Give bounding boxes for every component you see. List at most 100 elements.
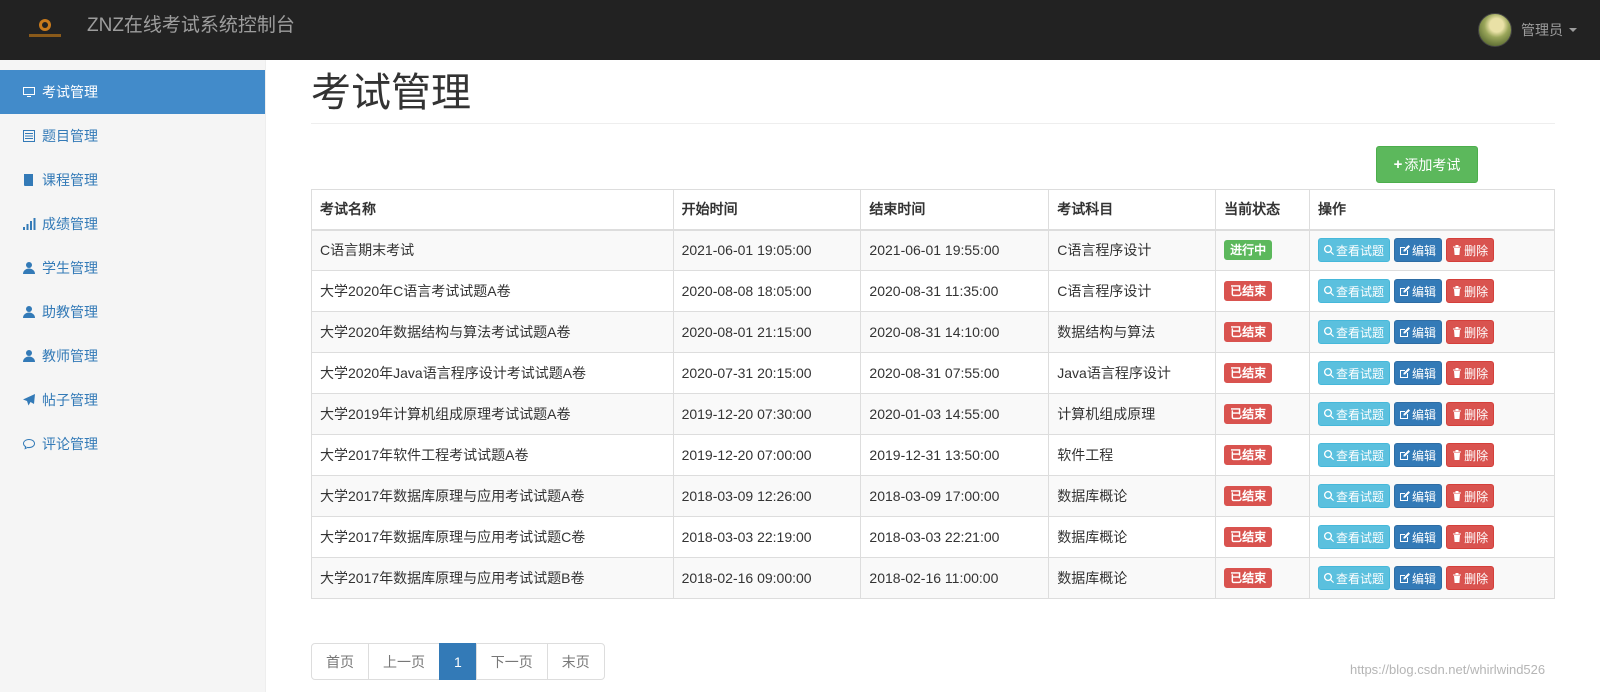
cell-subject: 数据库概论	[1048, 475, 1217, 517]
edit-button[interactable]: 编辑	[1394, 320, 1443, 344]
user-icon	[22, 305, 36, 319]
cell-actions: 查看试题 编辑 删除	[1309, 475, 1555, 517]
delete-button[interactable]: 删除	[1446, 238, 1495, 263]
signal-icon	[22, 217, 36, 231]
cell-exam-name: 大学2019年计算机组成原理考试试题A卷	[311, 393, 674, 435]
sidebar-item-teachers[interactable]: 教师管理	[0, 334, 265, 378]
delete-button[interactable]: 删除	[1446, 320, 1495, 344]
table-row: 大学2017年数据库原理与应用考试试题B卷 2018-02-16 09:00:00…	[311, 557, 1555, 599]
cell-exam-name: 大学2020年数据结构与算法考试试题A卷	[311, 311, 674, 353]
cell-exam-name: 大学2017年数据库原理与应用考试试题A卷	[311, 475, 674, 517]
page-last[interactable]: 末页	[546, 643, 605, 680]
cell-status: 进行中	[1215, 229, 1311, 271]
edit-icon	[1400, 245, 1411, 256]
edit-button[interactable]: 编辑	[1394, 484, 1443, 508]
edit-button[interactable]: 编辑	[1394, 238, 1443, 263]
cell-actions: 查看试题 编辑 删除	[1309, 270, 1555, 312]
edit-icon	[1400, 409, 1411, 419]
view-questions-button[interactable]: 查看试题	[1318, 484, 1391, 508]
delete-button[interactable]: 删除	[1446, 566, 1495, 590]
edit-icon	[1400, 532, 1411, 542]
edit-button[interactable]: 编辑	[1394, 402, 1443, 426]
cell-exam-name: 大学2017年软件工程考试试题A卷	[311, 434, 674, 476]
cell-start-time: 2021-06-01 19:05:00	[672, 229, 862, 271]
sidebar-item-questions[interactable]: 题目管理	[0, 114, 265, 158]
page-prev[interactable]: 上一页	[368, 643, 440, 680]
view-questions-label: 查看试题	[1336, 489, 1385, 504]
delete-button[interactable]: 删除	[1446, 279, 1495, 303]
cell-end-time: 2018-03-03 22:21:00	[860, 516, 1050, 558]
table-row: 大学2020年C语言考试试题A卷 2020-08-08 18:05:00 2020-…	[311, 270, 1555, 312]
view-questions-button[interactable]: 查看试题	[1318, 443, 1391, 467]
edit-button[interactable]: 编辑	[1394, 361, 1443, 385]
sidebar-item-grades[interactable]: 成绩管理	[0, 202, 265, 246]
edit-button[interactable]: 编辑	[1394, 525, 1443, 549]
status-badge: 进行中	[1224, 240, 1273, 261]
edit-button[interactable]: 编辑	[1394, 566, 1443, 590]
edit-label: 编辑	[1412, 530, 1437, 545]
view-questions-button[interactable]: 查看试题	[1318, 402, 1391, 426]
user-menu[interactable]: 管理员	[1478, 10, 1577, 50]
delete-button[interactable]: 删除	[1446, 402, 1495, 426]
edit-button[interactable]: 编辑	[1394, 443, 1443, 467]
sidebar-item-label: 学生管理	[42, 260, 98, 276]
view-questions-button[interactable]: 查看试题	[1318, 566, 1391, 590]
user-icon	[22, 349, 36, 363]
delete-button[interactable]: 删除	[1446, 525, 1495, 549]
edit-icon	[1400, 286, 1411, 296]
pagination: 首页 上一页 1 下一页 末页	[311, 643, 605, 680]
page-next[interactable]: 下一页	[475, 643, 548, 680]
status-badge: 已结束	[1224, 527, 1273, 547]
sidebar: 考试管理 题目管理 课程管理 成绩管理 学生管理 助教管理 教师管理 帖子管理 …	[0, 60, 266, 692]
sidebar-item-students[interactable]: 学生管理	[0, 246, 265, 290]
view-questions-button[interactable]: 查看试题	[1318, 279, 1391, 303]
sidebar-item-comments[interactable]: 评论管理	[0, 422, 265, 466]
edit-icon	[1400, 368, 1411, 378]
brand-logo[interactable]	[25, 14, 65, 40]
sidebar-item-label: 考试管理	[42, 84, 98, 100]
delete-button[interactable]: 删除	[1446, 443, 1495, 467]
cell-exam-name: 大学2017年数据库原理与应用考试试题B卷	[311, 557, 674, 599]
table-row: 大学2020年数据结构与算法考试试题A卷 2020-08-01 21:15:00 2…	[311, 311, 1555, 353]
add-exam-button[interactable]: + 添加考试	[1376, 146, 1478, 183]
trash-icon	[1453, 491, 1462, 501]
delete-button[interactable]: 删除	[1446, 484, 1495, 508]
cell-status: 已结束	[1215, 475, 1311, 517]
view-questions-button[interactable]: 查看试题	[1318, 238, 1391, 263]
trash-icon	[1453, 327, 1462, 337]
view-questions-label: 查看试题	[1336, 325, 1385, 340]
status-badge: 已结束	[1224, 568, 1273, 588]
sidebar-item-assistants[interactable]: 助教管理	[0, 290, 265, 334]
cell-start-time: 2018-02-16 09:00:00	[672, 557, 862, 599]
cell-actions: 查看试题 编辑 删除	[1309, 393, 1555, 435]
cell-subject: 数据库概论	[1048, 516, 1217, 558]
cell-exam-name: 大学2020年C语言考试试题A卷	[311, 270, 674, 312]
delete-label: 删除	[1464, 325, 1489, 340]
delete-button[interactable]: 删除	[1446, 361, 1495, 385]
app-title[interactable]: ZNZ在线考试系统控制台	[87, 14, 295, 38]
cell-actions: 查看试题 编辑 删除	[1309, 352, 1555, 394]
plus-icon: +	[1393, 156, 1403, 173]
cell-subject: 计算机组成原理	[1048, 393, 1217, 435]
trash-icon	[1453, 286, 1462, 296]
cell-end-time: 2020-08-31 14:10:00	[860, 311, 1050, 353]
sidebar-item-courses[interactable]: 课程管理	[0, 158, 265, 202]
edit-button[interactable]: 编辑	[1394, 279, 1443, 303]
table-row: 大学2017年数据库原理与应用考试试题C卷 2018-03-03 22:19:00…	[311, 516, 1555, 558]
sidebar-item-posts[interactable]: 帖子管理	[0, 378, 265, 422]
cell-status: 已结束	[1215, 557, 1311, 599]
view-questions-button[interactable]: 查看试题	[1318, 361, 1391, 385]
page-current[interactable]: 1	[439, 643, 477, 680]
view-questions-button[interactable]: 查看试题	[1318, 320, 1391, 344]
cell-exam-name: 大学2017年数据库原理与应用考试试题C卷	[311, 516, 674, 558]
delete-label: 删除	[1464, 243, 1489, 258]
user-icon	[22, 261, 36, 275]
status-badge: 已结束	[1224, 404, 1273, 424]
view-questions-button[interactable]: 查看试题	[1318, 525, 1391, 549]
sidebar-item-exam[interactable]: 考试管理	[0, 70, 265, 114]
avatar[interactable]	[1478, 13, 1512, 47]
cell-end-time: 2021-06-01 19:55:00	[860, 229, 1050, 271]
view-questions-label: 查看试题	[1336, 366, 1385, 381]
page-first[interactable]: 首页	[311, 643, 369, 680]
header-subject: 考试科目	[1048, 189, 1217, 231]
